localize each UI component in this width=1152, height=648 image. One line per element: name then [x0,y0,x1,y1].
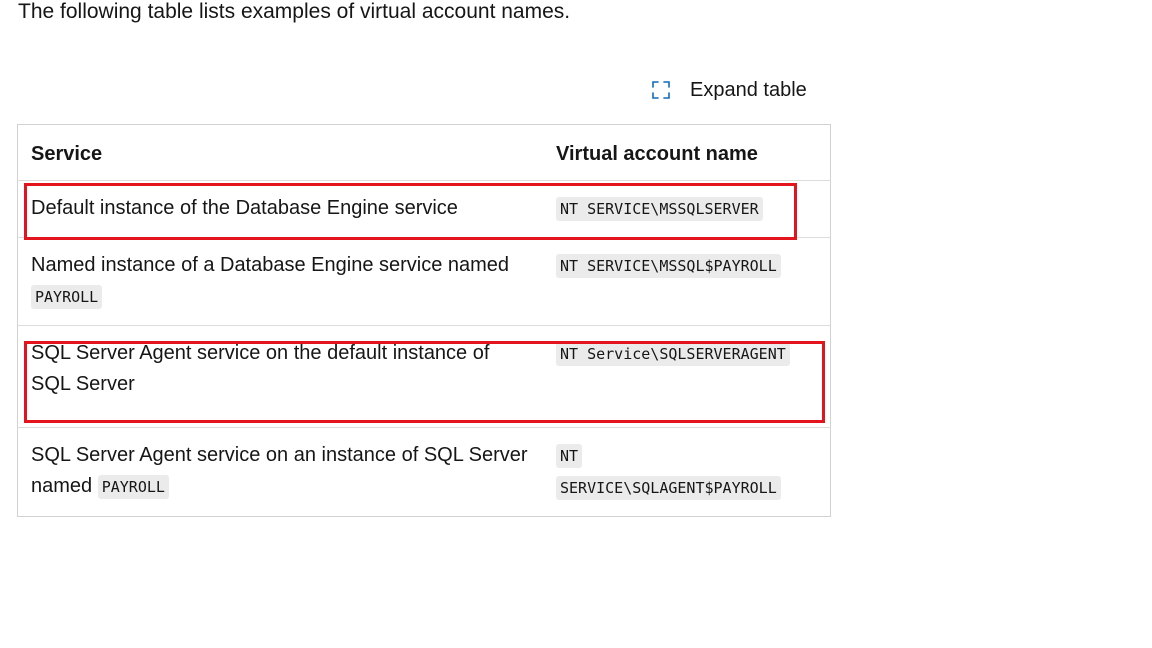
expand-icon [652,81,670,99]
account-cell: NT Service\SQLSERVERAGENT [543,325,831,428]
table-row: Default instance of the Database Engine … [17,180,831,238]
service-cell: Default instance of the Database Engine … [17,180,543,238]
account-cell: NT SERVICE\MSSQL$PAYROLL [543,237,831,326]
intro-paragraph: The following table lists examples of vi… [18,0,571,23]
column-header-service: Service [17,124,543,181]
account-code-line-1: NT [556,444,583,468]
service-code: PAYROLL [31,285,103,309]
service-text: Named instance of a Database Engine serv… [31,254,510,276]
service-cell: SQL Server Agent service on the default … [17,325,543,428]
column-header-virtual-account-name: Virtual account name [543,124,831,181]
account-cell: NT SERVICE\SQLAGENT$PAYROLL [543,428,831,517]
service-text: Default instance of the Database Engine … [31,197,458,219]
page: The following table lists examples of vi… [0,0,1152,648]
table-row: Named instance of a Database Engine serv… [17,237,831,326]
account-code: NT Service\SQLSERVERAGENT [556,342,790,366]
service-code: PAYROLL [97,475,169,499]
expand-table-label: Expand table [690,78,807,101]
service-text: SQL Server Agent service on the default … [31,342,490,395]
table-row: SQL Server Agent service on the default … [17,325,831,428]
virtual-accounts-table: Service Virtual account name Default ins… [17,124,831,517]
expand-table-button[interactable]: Expand table [650,74,807,106]
account-code-line-2: SERVICE\SQLAGENT$PAYROLL [556,476,781,500]
account-code: NT SERVICE\MSSQL$PAYROLL [556,254,781,278]
table-row: SQL Server Agent service on an instance … [18,428,831,517]
account-code: NT SERVICE\MSSQLSERVER [556,197,763,221]
table-header-row: Service Virtual account name [17,124,831,181]
service-cell: Named instance of a Database Engine serv… [17,237,543,326]
account-cell: NT SERVICE\MSSQLSERVER [543,180,831,238]
service-cell: SQL Server Agent service on an instance … [18,428,544,517]
